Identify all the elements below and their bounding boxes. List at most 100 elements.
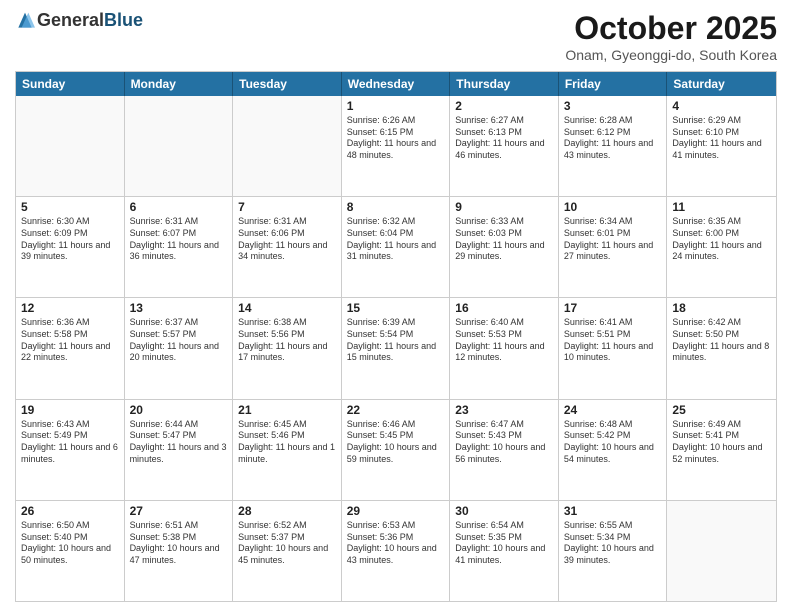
empty-cell	[125, 96, 234, 196]
day-cell-18: 18 Sunrise: 6:42 AM Sunset: 5:50 PM Dayli…	[667, 298, 776, 398]
day-info: Sunrise: 6:40 AM Sunset: 5:53 PM Dayligh…	[455, 317, 553, 364]
header-tuesday: Tuesday	[233, 72, 342, 96]
day-cell-26: 26 Sunrise: 6:50 AM Sunset: 5:40 PM Dayli…	[16, 501, 125, 601]
day-cell-24: 24 Sunrise: 6:48 AM Sunset: 5:42 PM Dayli…	[559, 400, 668, 500]
day-cell-13: 13 Sunrise: 6:37 AM Sunset: 5:57 PM Dayli…	[125, 298, 234, 398]
day-number: 5	[21, 200, 119, 214]
day-number: 10	[564, 200, 662, 214]
day-info: Sunrise: 6:44 AM Sunset: 5:47 PM Dayligh…	[130, 419, 228, 466]
day-info: Sunrise: 6:49 AM Sunset: 5:41 PM Dayligh…	[672, 419, 771, 466]
day-info: Sunrise: 6:38 AM Sunset: 5:56 PM Dayligh…	[238, 317, 336, 364]
month-title: October 2025	[565, 10, 777, 47]
day-info: Sunrise: 6:51 AM Sunset: 5:38 PM Dayligh…	[130, 520, 228, 567]
day-number: 29	[347, 504, 445, 518]
day-number: 1	[347, 99, 445, 113]
calendar: Sunday Monday Tuesday Wednesday Thursday…	[15, 71, 777, 602]
day-number: 13	[130, 301, 228, 315]
day-info: Sunrise: 6:43 AM Sunset: 5:49 PM Dayligh…	[21, 419, 119, 466]
day-info: Sunrise: 6:26 AM Sunset: 6:15 PM Dayligh…	[347, 115, 445, 162]
day-cell-11: 11 Sunrise: 6:35 AM Sunset: 6:00 PM Dayli…	[667, 197, 776, 297]
calendar-row: 12Sunrise: 6:36 AM Sunset: 5:58 PM Dayli…	[16, 298, 776, 399]
day-number: 17	[564, 301, 662, 315]
day-cell-3: 3 Sunrise: 6:28 AM Sunset: 6:12 PM Daylig…	[559, 96, 668, 196]
day-number: 20	[130, 403, 228, 417]
day-cell-2: 2 Sunrise: 6:27 AM Sunset: 6:13 PM Daylig…	[450, 96, 559, 196]
day-cell-19: 19 Sunrise: 6:43 AM Sunset: 5:49 PM Dayli…	[16, 400, 125, 500]
day-number: 12	[21, 301, 119, 315]
day-cell-9: 9Sunrise: 6:33 AM Sunset: 6:03 PM Daylig…	[450, 197, 559, 297]
day-info: Sunrise: 6:55 AM Sunset: 5:34 PM Dayligh…	[564, 520, 662, 567]
logo-general: General	[37, 10, 104, 31]
day-cell-29: 29 Sunrise: 6:53 AM Sunset: 5:36 PM Dayli…	[342, 501, 451, 601]
day-number: 18	[672, 301, 771, 315]
day-cell-10: 10 Sunrise: 6:34 AM Sunset: 6:01 PM Dayli…	[559, 197, 668, 297]
day-info: Sunrise: 6:48 AM Sunset: 5:42 PM Dayligh…	[564, 419, 662, 466]
day-info: Sunrise: 6:41 AM Sunset: 5:51 PM Dayligh…	[564, 317, 662, 364]
calendar-body: 1 Sunrise: 6:26 AM Sunset: 6:15 PM Daylig…	[16, 96, 776, 601]
day-cell-16: 16Sunrise: 6:40 AM Sunset: 5:53 PM Dayli…	[450, 298, 559, 398]
day-number: 31	[564, 504, 662, 518]
day-info: Sunrise: 6:50 AM Sunset: 5:40 PM Dayligh…	[21, 520, 119, 567]
day-info: Sunrise: 6:42 AM Sunset: 5:50 PM Dayligh…	[672, 317, 771, 364]
header: GeneralBlue October 2025 Onam, Gyeonggi-…	[15, 10, 777, 63]
day-info: Sunrise: 6:53 AM Sunset: 5:36 PM Dayligh…	[347, 520, 445, 567]
day-info: Sunrise: 6:33 AM Sunset: 6:03 PM Dayligh…	[455, 216, 553, 263]
day-cell-27: 27 Sunrise: 6:51 AM Sunset: 5:38 PM Dayli…	[125, 501, 234, 601]
logo: GeneralBlue	[15, 10, 143, 31]
day-cell-14: 14 Sunrise: 6:38 AM Sunset: 5:56 PM Dayli…	[233, 298, 342, 398]
empty-cell	[233, 96, 342, 196]
day-cell-7: 7 Sunrise: 6:31 AM Sunset: 6:06 PM Daylig…	[233, 197, 342, 297]
day-cell-5: 5Sunrise: 6:30 AM Sunset: 6:09 PM Daylig…	[16, 197, 125, 297]
day-info: Sunrise: 6:32 AM Sunset: 6:04 PM Dayligh…	[347, 216, 445, 263]
day-number: 3	[564, 99, 662, 113]
day-number: 28	[238, 504, 336, 518]
day-info: Sunrise: 6:31 AM Sunset: 6:07 PM Dayligh…	[130, 216, 228, 263]
day-cell-4: 4Sunrise: 6:29 AM Sunset: 6:10 PM Daylig…	[667, 96, 776, 196]
logo-icon	[15, 11, 35, 31]
calendar-row: 19 Sunrise: 6:43 AM Sunset: 5:49 PM Dayli…	[16, 400, 776, 501]
day-info: Sunrise: 6:31 AM Sunset: 6:06 PM Dayligh…	[238, 216, 336, 263]
day-cell-28: 28Sunrise: 6:52 AM Sunset: 5:37 PM Dayli…	[233, 501, 342, 601]
day-cell-23: 23Sunrise: 6:47 AM Sunset: 5:43 PM Dayli…	[450, 400, 559, 500]
header-monday: Monday	[125, 72, 234, 96]
day-number: 11	[672, 200, 771, 214]
day-number: 27	[130, 504, 228, 518]
page: GeneralBlue October 2025 Onam, Gyeonggi-…	[0, 0, 792, 612]
day-number: 15	[347, 301, 445, 315]
logo-blue: Blue	[104, 10, 143, 31]
day-number: 7	[238, 200, 336, 214]
day-number: 19	[21, 403, 119, 417]
day-cell-20: 20 Sunrise: 6:44 AM Sunset: 5:47 PM Dayli…	[125, 400, 234, 500]
header-wednesday: Wednesday	[342, 72, 451, 96]
day-number: 2	[455, 99, 553, 113]
day-info: Sunrise: 6:35 AM Sunset: 6:00 PM Dayligh…	[672, 216, 771, 263]
day-number: 30	[455, 504, 553, 518]
header-sunday: Sunday	[16, 72, 125, 96]
title-section: October 2025 Onam, Gyeonggi-do, South Ko…	[565, 10, 777, 63]
day-info: Sunrise: 6:27 AM Sunset: 6:13 PM Dayligh…	[455, 115, 553, 162]
day-cell-8: 8Sunrise: 6:32 AM Sunset: 6:04 PM Daylig…	[342, 197, 451, 297]
day-info: Sunrise: 6:47 AM Sunset: 5:43 PM Dayligh…	[455, 419, 553, 466]
day-cell-21: 21Sunrise: 6:45 AM Sunset: 5:46 PM Dayli…	[233, 400, 342, 500]
day-info: Sunrise: 6:54 AM Sunset: 5:35 PM Dayligh…	[455, 520, 553, 567]
calendar-row: 5Sunrise: 6:30 AM Sunset: 6:09 PM Daylig…	[16, 197, 776, 298]
day-info: Sunrise: 6:34 AM Sunset: 6:01 PM Dayligh…	[564, 216, 662, 263]
day-info: Sunrise: 6:37 AM Sunset: 5:57 PM Dayligh…	[130, 317, 228, 364]
day-cell-25: 25 Sunrise: 6:49 AM Sunset: 5:41 PM Dayli…	[667, 400, 776, 500]
header-thursday: Thursday	[450, 72, 559, 96]
day-info: Sunrise: 6:28 AM Sunset: 6:12 PM Dayligh…	[564, 115, 662, 162]
day-number: 24	[564, 403, 662, 417]
calendar-header: Sunday Monday Tuesday Wednesday Thursday…	[16, 72, 776, 96]
empty-cell	[667, 501, 776, 601]
day-cell-30: 30 Sunrise: 6:54 AM Sunset: 5:35 PM Dayli…	[450, 501, 559, 601]
day-number: 6	[130, 200, 228, 214]
day-info: Sunrise: 6:39 AM Sunset: 5:54 PM Dayligh…	[347, 317, 445, 364]
day-cell-6: 6 Sunrise: 6:31 AM Sunset: 6:07 PM Daylig…	[125, 197, 234, 297]
day-cell-22: 22Sunrise: 6:46 AM Sunset: 5:45 PM Dayli…	[342, 400, 451, 500]
day-info: Sunrise: 6:29 AM Sunset: 6:10 PM Dayligh…	[672, 115, 771, 162]
day-number: 14	[238, 301, 336, 315]
subtitle: Onam, Gyeonggi-do, South Korea	[565, 47, 777, 63]
day-number: 25	[672, 403, 771, 417]
day-number: 26	[21, 504, 119, 518]
empty-cell	[16, 96, 125, 196]
